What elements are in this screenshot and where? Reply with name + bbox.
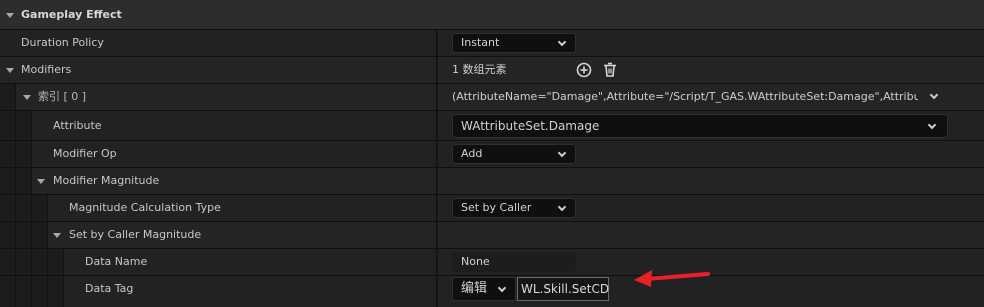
data-name-field[interactable]: None (452, 252, 576, 272)
array-count: 1 数组元素 (452, 63, 507, 76)
name-cell: Set by Caller Magnitude (48, 222, 437, 248)
value-cell: Instant (438, 30, 984, 56)
chevron-down-icon (497, 283, 507, 293)
chevron-down-icon (557, 37, 567, 47)
indent-guide (0, 111, 16, 140)
property-row-index-0: 索引 [ 0 ] (AttributeName="Damage",Attribu… (0, 84, 984, 111)
dropdown-value: Set by Caller (461, 201, 532, 214)
duration-policy-dropdown[interactable]: Instant (452, 33, 576, 53)
name-cell: Modifier Op (32, 141, 437, 167)
property-row-modifier-magnitude: Modifier Magnitude (0, 168, 984, 195)
indent-guide (0, 222, 16, 248)
name-cell: Modifier Magnitude (32, 168, 437, 194)
details-panel: Gameplay Effect Duration Policy Instant … (0, 0, 984, 307)
property-row-set-by-caller-magnitude: Set by Caller Magnitude (0, 222, 984, 249)
name-cell: 索引 [ 0 ] (16, 84, 437, 110)
category-header-gameplay-effect[interactable]: Gameplay Effect (0, 0, 984, 30)
array-index-label: 索引 [ 0 ] (38, 90, 87, 103)
field-value: None (461, 255, 490, 268)
value-cell (438, 168, 984, 194)
magnitude-calculation-type-dropdown[interactable]: Set by Caller (452, 198, 576, 218)
trash-icon[interactable] (602, 62, 618, 78)
plus-circle-icon[interactable] (576, 62, 592, 78)
property-label: Modifiers (21, 63, 72, 76)
name-cell: Modifiers (0, 57, 437, 83)
tag-text: WL.Skill.SetCD (521, 282, 610, 296)
property-row-data-tag: Data Tag 编辑 WL.Skill.SetCD (0, 276, 984, 307)
attribute-dropdown[interactable]: WAttributeSet.Damage (452, 114, 948, 138)
value-cell: Set by Caller (438, 195, 984, 221)
property-row-attribute: Attribute WAttributeSet.Damage (0, 111, 984, 141)
dropdown-value: WAttributeSet.Damage (461, 119, 600, 133)
collapse-arrow-icon[interactable] (53, 233, 61, 238)
edit-button-label: 编辑 (461, 281, 488, 296)
indent-guide (0, 249, 16, 275)
red-arrow-annotation (634, 270, 710, 287)
indent-guide (16, 222, 32, 248)
indent-guide (16, 168, 32, 194)
indent-guide (16, 249, 32, 275)
name-cell: Attribute (32, 111, 437, 140)
property-row-modifiers: Modifiers 1 数组元素 (0, 57, 984, 84)
property-label: Modifier Magnitude (53, 174, 160, 187)
indent-guide (48, 276, 64, 307)
edit-tag-button[interactable]: 编辑 (452, 277, 516, 301)
property-label: Modifier Op (53, 147, 117, 160)
name-cell: Data Name (64, 249, 437, 275)
name-cell: Magnitude Calculation Type (48, 195, 437, 221)
indent-guide (0, 195, 16, 221)
property-row-duration-policy: Duration Policy Instant (0, 30, 984, 57)
property-row-modifier-op: Modifier Op Add (0, 141, 984, 168)
collapse-arrow-icon[interactable] (23, 95, 31, 100)
property-label: Set by Caller Magnitude (69, 228, 202, 241)
property-row-data-name: Data Name None (0, 249, 984, 276)
indent-guide (0, 141, 16, 167)
category-title: Gameplay Effect (21, 8, 122, 21)
value-cell: 1 数组元素 (438, 57, 984, 83)
value-cell: (AttributeName="Damage",Attribute="/Scri… (438, 84, 984, 110)
dropdown-value: Instant (461, 36, 500, 49)
value-cell: WAttributeSet.Damage (438, 111, 984, 140)
chevron-down-icon (557, 202, 567, 212)
name-cell: Duration Policy (0, 30, 437, 56)
property-label: Magnitude Calculation Type (69, 201, 221, 214)
indent-guide (48, 249, 64, 275)
chevron-down-icon (927, 120, 937, 130)
gameplay-tag-value[interactable]: WL.Skill.SetCD (517, 277, 609, 301)
indent-guide (0, 168, 16, 194)
indent-guide (32, 195, 48, 221)
indent-guide (0, 84, 16, 110)
collapse-arrow-icon[interactable] (6, 68, 14, 73)
struct-summary: (AttributeName="Damage",Attribute="/Scri… (452, 90, 918, 103)
property-label: Duration Policy (21, 36, 104, 49)
modifier-op-dropdown[interactable]: Add (452, 144, 576, 164)
property-row-magnitude-calculation-type: Magnitude Calculation Type Set by Caller (0, 195, 984, 222)
property-label: Data Tag (85, 282, 134, 295)
dropdown-value: Add (461, 147, 483, 160)
chevron-down-icon[interactable] (929, 90, 939, 100)
indent-guide (16, 195, 32, 221)
indent-guide (16, 276, 32, 307)
name-cell: Data Tag (64, 276, 437, 307)
indent-guide (32, 249, 48, 275)
property-label: Data Name (85, 255, 148, 268)
chevron-down-icon (557, 148, 567, 158)
value-cell (438, 222, 984, 248)
value-cell: Add (438, 141, 984, 167)
property-label: Attribute (53, 119, 102, 132)
indent-guide (16, 141, 32, 167)
indent-guide (16, 111, 32, 140)
indent-guide (32, 222, 48, 248)
indent-guide (32, 276, 48, 307)
collapse-arrow-icon[interactable] (37, 179, 45, 184)
collapse-arrow-icon[interactable] (6, 13, 14, 18)
indent-guide (0, 276, 16, 307)
